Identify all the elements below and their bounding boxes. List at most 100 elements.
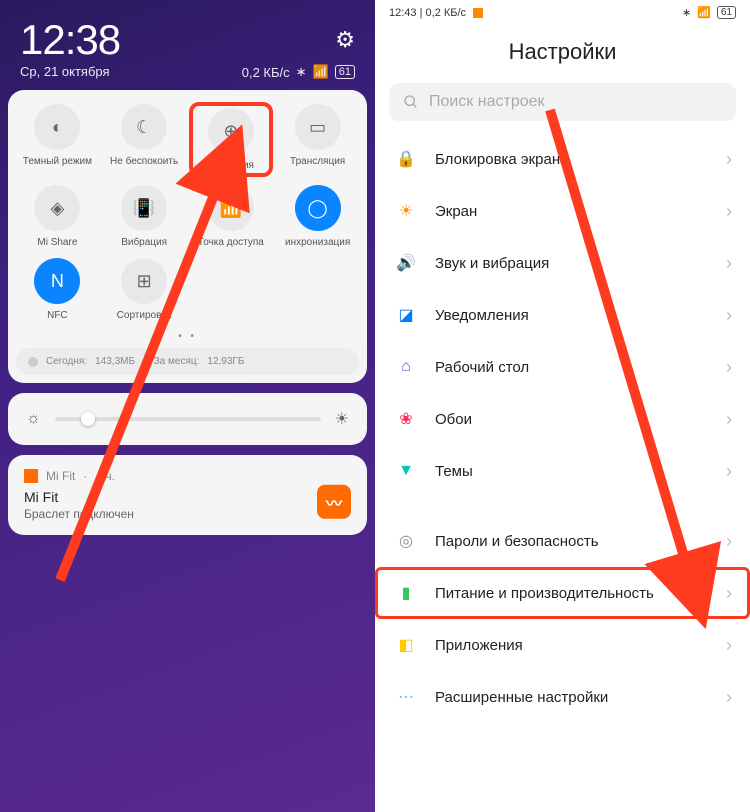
app-icon — [24, 469, 38, 483]
bluetooth-icon: ∗ — [296, 64, 307, 80]
tile-cast[interactable]: ▭ Трансляция — [278, 104, 358, 175]
nfc-icon: N — [34, 258, 80, 304]
usage-dot-icon — [28, 357, 38, 367]
settings-row-battery[interactable]: ▮ Питание и производительность › — [375, 567, 750, 619]
tile-label: Трансляция — [278, 156, 358, 167]
tile-nfc[interactable]: N NFC — [17, 258, 97, 321]
tile-hotspot[interactable]: 📶 Точка доступа — [191, 185, 271, 248]
chevron-right-icon: › — [726, 635, 732, 656]
settings-row-label: Рабочий стол — [435, 359, 708, 376]
settings-row-label: Темы — [435, 463, 708, 480]
settings-row-wallpaper[interactable]: ❀ Обои › — [375, 393, 750, 445]
tile-sync[interactable]: ◯ инхронизация — [278, 185, 358, 248]
brightness-low-icon: ☼ — [26, 410, 41, 428]
notification-title: Mi Fit — [24, 489, 351, 505]
settings-gear-icon[interactable]: ⚙ — [335, 27, 355, 53]
quick-settings-panel: 12:38 ⚙ Ср, 21 октября 0,2 КБ/с ∗ 📶 61 ◐… — [0, 0, 375, 812]
advanced-icon: ⋯ — [395, 686, 417, 708]
chevron-right-icon: › — [726, 409, 732, 430]
search-icon — [403, 94, 419, 110]
status-time: 12:43 — [389, 7, 417, 19]
brightness-thumb[interactable] — [81, 412, 95, 426]
tile-dark-mode[interactable]: ◐Темный режим — [17, 104, 97, 175]
notification-body: Браслет подключен — [24, 507, 351, 521]
status-data-rate: 0,2 КБ/с — [242, 65, 290, 80]
notification-card[interactable]: Mi Fit · 4 ч. Mi Fit Браслет подключен 〰 — [8, 455, 367, 535]
wallpaper-icon: ❀ — [395, 408, 417, 430]
page-indicator: • • — [16, 331, 359, 342]
data-usage-bar[interactable]: Сегодня: 143,3МБ | За месяц: 12,93ГБ — [16, 348, 359, 375]
sort-icon: ⊞ — [121, 258, 167, 304]
settings-row-home[interactable]: ⌂ Рабочий стол › — [375, 341, 750, 393]
battery-icon: 61 — [717, 6, 736, 19]
hotspot-icon: 📶 — [208, 185, 254, 231]
settings-row-label: Питание и производительность — [435, 585, 708, 602]
tile-vibration[interactable]: 📳 Вибрация — [104, 185, 184, 248]
brightness-slider[interactable]: ☼ ☀ — [8, 393, 367, 445]
lock-icon: 🔒 — [395, 148, 417, 170]
search-input[interactable]: Поиск настроек — [389, 83, 736, 121]
signal-icon: 📶 — [313, 64, 329, 80]
battery-icon: ▮ — [395, 582, 417, 604]
brightness-track[interactable] — [55, 417, 321, 421]
settings-row-lock[interactable]: 🔒 Блокировка экрана › — [375, 133, 750, 185]
tile-mishare[interactable]: ◈Mi Share — [17, 185, 97, 248]
settings-list: 🔒Блокировка экрана›☀Экран›🔊Звук и вибрац… — [375, 133, 750, 723]
settings-panel: 12:43 | 0,2 КБ/с ∗ 📶 61 Настройки Поиск … — [375, 0, 750, 812]
settings-row-label: Обои — [435, 411, 708, 428]
tile-label: Не беспокоить — [104, 156, 184, 167]
settings-row-label: Экран — [435, 203, 708, 220]
settings-row-label: Приложения — [435, 637, 708, 654]
settings-row-sound[interactable]: 🔊Звук и вибрация› — [375, 237, 750, 289]
settings-row-label: Пароли и безопасность — [435, 533, 708, 550]
notification-app: Mi Fit — [46, 469, 75, 483]
notification-badge-icon: 〰 — [317, 485, 351, 519]
tile-label: Точка доступа — [191, 237, 271, 248]
signal-icon: 📶 — [697, 6, 711, 19]
apps-icon: ◧ — [395, 634, 417, 656]
chevron-right-icon: › — [726, 201, 732, 222]
chevron-right-icon: › — [726, 461, 732, 482]
settings-row-advanced[interactable]: ⋯ Расширенные настройки › — [375, 671, 750, 723]
settings-row-label: Блокировка экрана — [435, 151, 708, 168]
usage-month-value: 12,93ГБ — [207, 356, 244, 367]
sync-icon: ◯ — [295, 185, 341, 231]
tile-label: NFC — [17, 310, 97, 321]
settings-row-apps[interactable]: ◧ Приложения › — [375, 619, 750, 671]
home-icon: ⌂ — [395, 356, 417, 378]
chevron-right-icon: › — [726, 357, 732, 378]
notify-icon: ◪ — [395, 304, 417, 326]
page-title: Настройки — [375, 25, 750, 83]
usage-today-value: 143,3МБ — [95, 356, 135, 367]
status-bar-left: 12:38 ⚙ — [8, 8, 367, 64]
tile-label: Экономия — [191, 160, 271, 171]
tile-label: инхронизация — [278, 237, 358, 248]
usage-today-label: Сегодня: — [46, 356, 87, 367]
chevron-right-icon: › — [726, 149, 732, 170]
cast-icon: ▭ — [295, 104, 341, 150]
settings-row-notify[interactable]: ◪Уведомления› — [375, 289, 750, 341]
security-icon: ◎ — [395, 530, 417, 552]
bluetooth-icon: ∗ — [682, 6, 691, 19]
tile-label: Сортировка — [104, 310, 184, 321]
notification-age: 4 ч. — [95, 469, 115, 483]
mishare-icon: ◈ — [34, 185, 80, 231]
settings-row-display[interactable]: ☀Экран› — [375, 185, 750, 237]
settings-row-security[interactable]: ◎Пароли и безопасность› — [375, 515, 750, 567]
chevron-right-icon: › — [726, 687, 732, 708]
sound-icon: 🔊 — [395, 252, 417, 274]
settings-row-themes[interactable]: ▼Темы› — [375, 445, 750, 497]
tile-dnd[interactable]: ☾Не беспокоить — [104, 104, 184, 175]
status-date: Ср, 21 октября — [20, 64, 110, 80]
tile-saver[interactable]: ⊕Экономия — [191, 104, 271, 175]
status-bar-right: 12:43 | 0,2 КБ/с ∗ 📶 61 — [375, 0, 750, 25]
tile-label: Вибрация — [104, 237, 184, 248]
tile-sort[interactable]: ⊞ Сортировка — [104, 258, 184, 321]
battery-icon: 61 — [335, 65, 355, 79]
vibration-icon: 📳 — [121, 185, 167, 231]
chevron-right-icon: › — [726, 583, 732, 604]
dark-mode-icon: ◐ — [34, 104, 80, 150]
settings-row-label: Расширенные настройки — [435, 689, 708, 706]
settings-row-label: Уведомления — [435, 307, 708, 324]
settings-row-label: Звук и вибрация — [435, 255, 708, 272]
